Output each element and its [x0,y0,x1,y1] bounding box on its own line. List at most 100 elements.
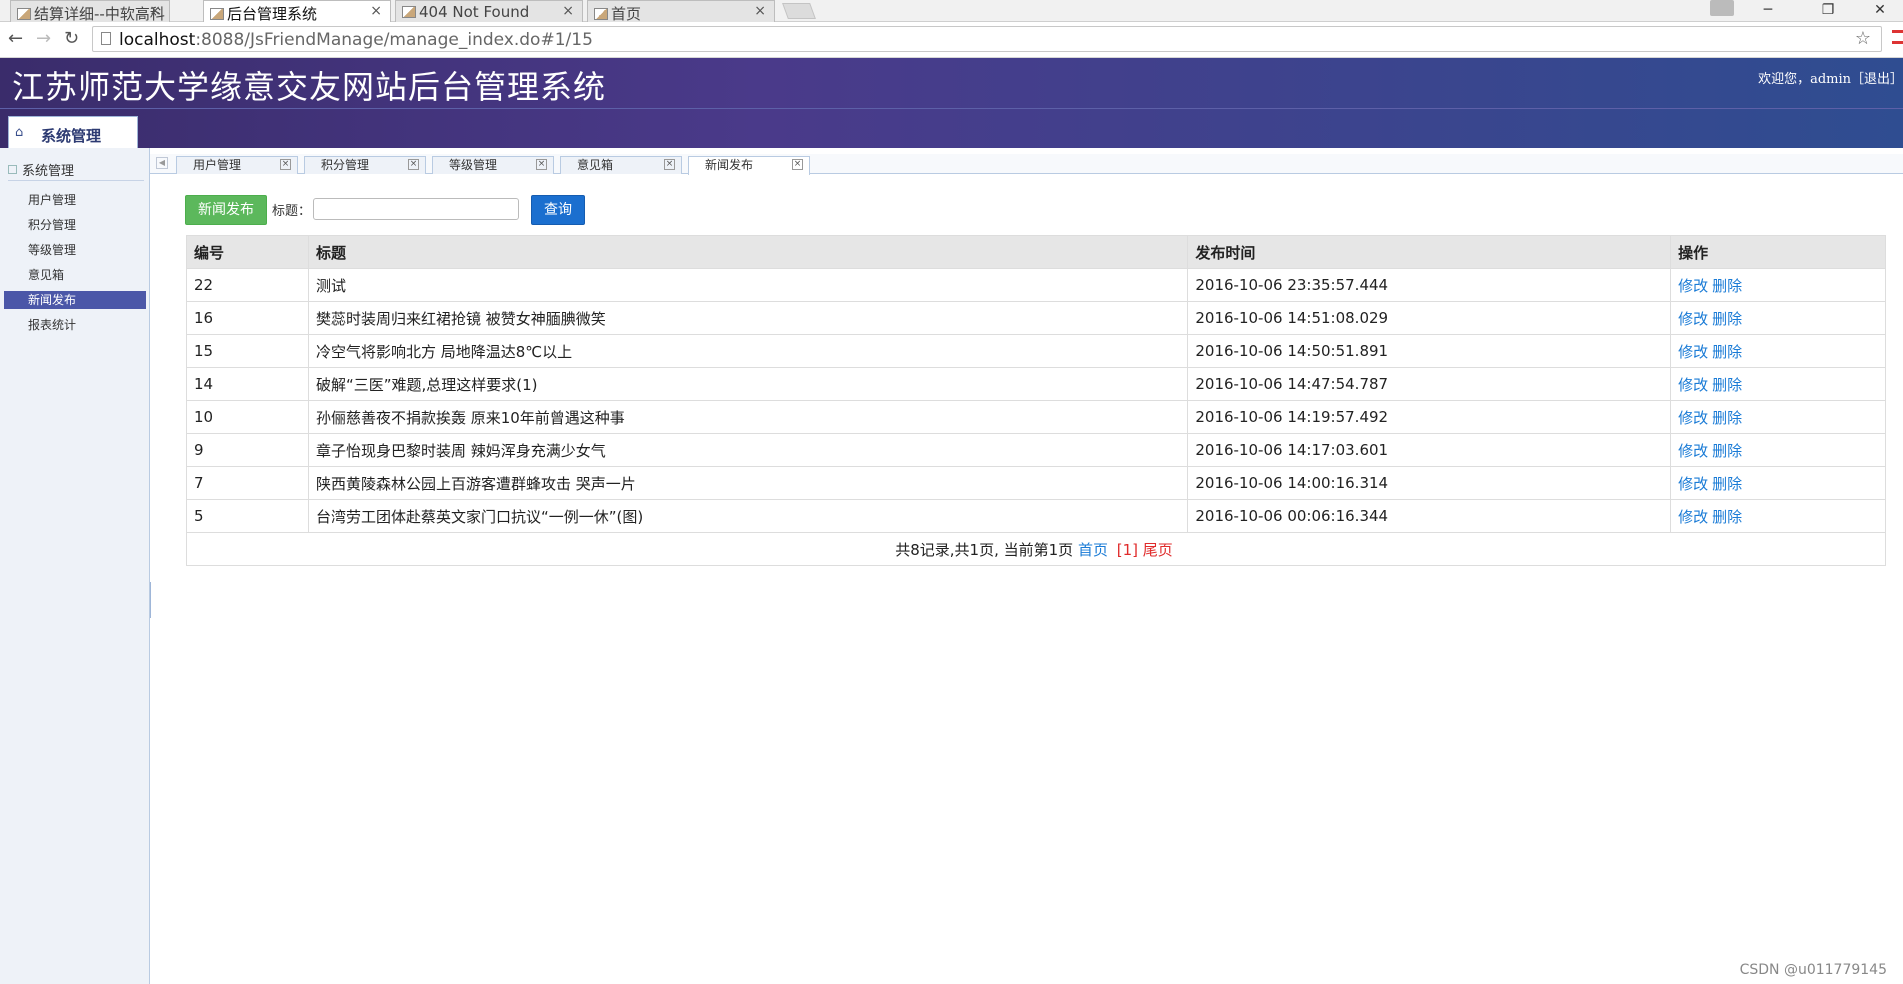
cell-actions: 修改 删除 [1670,466,1886,500]
reload-icon[interactable]: ↻ [64,28,79,49]
tab-user[interactable]: 用户管理 × [176,156,298,174]
browser-tab[interactable]: 结算详细--中软高科 × [10,0,170,22]
address-bar[interactable]: localhost:8088/JsFriendManage/manage_ind… [92,26,1882,52]
cell-time: 2016-10-06 14:17:03.601 [1187,433,1672,467]
close-tab-icon[interactable]: × [562,3,574,19]
title-search-input[interactable] [313,198,519,220]
table-row: 7 陕西黄陵森林公园上百游客遭群蜂攻击 哭声一片 2016-10-06 14:00:… [186,466,1886,500]
browser-tab[interactable]: 404 Not Found × [395,0,583,22]
cell-id: 7 [186,466,309,500]
browser-menu-icon[interactable] [1892,30,1903,44]
browser-tab-title: 首页 [611,5,642,22]
sidebar-item-level[interactable]: 等级管理 [4,241,146,259]
col-header-actions: 操作 [1670,235,1886,269]
sidebar-item-report[interactable]: 报表统计 [4,316,146,334]
delete-link[interactable]: 删除 [1712,475,1742,493]
tab-news[interactable]: 新闻发布 × [688,156,810,175]
edit-link[interactable]: 修改 [1678,376,1708,394]
pager-summary: 共8记录,共1页, 当前第1页 [895,540,1074,559]
close-icon[interactable]: × [408,159,419,170]
pager-current-page[interactable]: [1] [1117,541,1138,559]
edit-link[interactable]: 修改 [1678,277,1708,295]
pager-last-link[interactable]: 尾页 [1143,541,1173,559]
cell-actions: 修改 删除 [1670,499,1886,533]
close-icon[interactable]: × [664,159,675,170]
tab-label: 积分管理 [321,158,370,172]
edit-link[interactable]: 修改 [1678,409,1708,427]
delete-link[interactable]: 删除 [1712,343,1742,361]
browser-tab[interactable]: 首页 × [587,0,775,22]
delete-link[interactable]: 删除 [1712,508,1742,526]
edit-link[interactable]: 修改 [1678,442,1708,460]
edit-link[interactable]: 修改 [1678,508,1708,526]
sidebar-divider [8,180,144,181]
url-text[interactable]: localhost:8088/JsFriendManage/manage_ind… [119,30,593,50]
cell-actions: 修改 删除 [1670,301,1886,335]
tab-label: 新闻发布 [705,158,754,172]
cell-title: 测试 [307,268,1189,302]
pager-row: 共8记录,共1页, 当前第1页 首页 [1] 尾页 [186,532,1886,566]
tab-level[interactable]: 等级管理 × [432,156,554,174]
cell-time: 2016-10-06 14:50:51.891 [1187,334,1672,368]
tab-feedback[interactable]: 意见箱 × [560,156,682,174]
close-icon[interactable]: × [536,159,547,170]
add-news-button[interactable]: 新闻发布 [185,195,267,225]
pager: 共8记录,共1页, 当前第1页 首页 [1] 尾页 [186,532,1886,566]
query-button[interactable]: 查询 [531,195,585,225]
page-favicon-icon [210,8,224,20]
tabs-scroll-left-icon[interactable]: ◀ [156,157,168,169]
cell-title: 破解“三医”难题,总理这样要求(1) [307,367,1189,401]
edit-link[interactable]: 修改 [1678,310,1708,328]
welcome-logout[interactable]: 欢迎您，admin［退出］ [1758,68,1903,87]
browser-tab-title: 结算详细--中软高科 [34,5,165,22]
menu-tab-system[interactable]: ⌂ 系统管理 [8,116,138,150]
sidebar-item-news[interactable]: 新闻发布 [4,291,146,309]
sidebar-item-feedback[interactable]: 意见箱 [4,266,146,284]
pager-first-link[interactable]: 首页 [1078,541,1108,559]
delete-link[interactable]: 删除 [1712,277,1742,295]
cell-actions: 修改 删除 [1670,334,1886,368]
minimize-icon[interactable]: ─ [1745,0,1791,20]
sidebar: 系统管理 用户管理 积分管理 等级管理 意见箱 新闻发布 报表统计 [0,148,150,984]
delete-link[interactable]: 删除 [1712,442,1742,460]
delete-link[interactable]: 删除 [1712,409,1742,427]
cell-time: 2016-10-06 14:51:08.029 [1187,301,1672,335]
close-tab-icon[interactable]: × [754,3,766,19]
sidebar-item-user[interactable]: 用户管理 [4,191,146,209]
header-divider [0,108,1903,109]
back-icon[interactable]: ← [8,28,23,49]
close-icon[interactable]: × [280,159,291,170]
edit-link[interactable]: 修改 [1678,343,1708,361]
delete-link[interactable]: 删除 [1712,376,1742,394]
browser-tab-active[interactable]: 后台管理系统 × [203,0,391,22]
sidebar-item-points[interactable]: 积分管理 [4,216,146,234]
collapse-icon[interactable] [8,165,17,174]
col-header-time: 发布时间 [1187,235,1672,269]
page-icon [101,32,111,45]
close-window-icon[interactable]: ✕ [1857,0,1903,20]
browser-tab-title: 后台管理系统 [227,5,318,22]
table-row: 15 冷空气将影响北方 局地降温达8℃以上 2016-10-06 14:50:51.… [186,334,1886,368]
bookmark-star-icon[interactable]: ☆ [1855,28,1871,49]
tab-points[interactable]: 积分管理 × [304,156,426,174]
restore-icon[interactable]: ❐ [1805,0,1851,20]
edit-link[interactable]: 修改 [1678,475,1708,493]
sidebar-group[interactable]: 系统管理 [8,160,74,179]
new-tab-button[interactable] [782,3,816,19]
home-icon: ⌂ [15,125,24,140]
close-tab-icon[interactable]: × [149,3,161,19]
tab-label: 意见箱 [577,158,614,172]
close-icon[interactable]: × [792,159,803,170]
cell-title: 台湾劳工团体赴蔡英文家门口抗议“一例一休”(图) [307,499,1189,533]
cell-title: 冷空气将影响北方 局地降温达8℃以上 [307,334,1189,368]
close-tab-icon[interactable]: × [370,3,382,19]
page-favicon-icon [17,8,31,20]
main-content: 新闻发布 标题： 查询 编号 标题 发布时间 操作 22 测试 2016-10-06… [151,175,1903,984]
cell-actions: 修改 删除 [1670,400,1886,434]
cell-time: 2016-10-06 14:47:54.787 [1187,367,1672,401]
delete-link[interactable]: 删除 [1712,310,1742,328]
profile-icon[interactable] [1710,0,1734,16]
table-header-row: 编号 标题 发布时间 操作 [186,235,1886,269]
forward-icon[interactable]: → [36,28,51,49]
page-favicon-icon [594,8,608,20]
